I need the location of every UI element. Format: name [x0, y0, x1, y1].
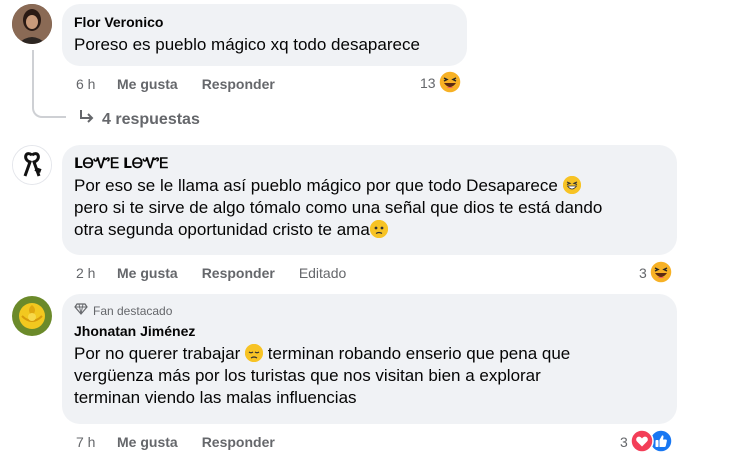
like-button[interactable]: Me gusta [117, 265, 178, 281]
comment-text: Poreso es pueblo mágico xq todo desapare… [74, 35, 420, 54]
comment-text: terminan viendo las malas influencias [74, 388, 357, 407]
avatar[interactable] [12, 296, 52, 336]
reaction-summary[interactable]: 3 [620, 428, 673, 456]
view-replies-link[interactable]: 4 respuestas [78, 108, 200, 131]
comment-text: Por eso se le llama así pueblo mágico po… [74, 176, 558, 195]
like-button[interactable]: Me gusta [117, 76, 178, 92]
comment-text-line: Por no querer trabajar terminan robando … [74, 343, 665, 365]
reaction-count: 3 [620, 434, 628, 450]
comment-text-line: Por eso se le llama así pueblo mágico po… [74, 175, 665, 197]
comment-actions: 7 h Me gusta Responder [76, 432, 299, 452]
comment-bubble: Flor Veronico Poreso es pueblo mágico xq… [62, 4, 467, 66]
reply-button[interactable]: Responder [202, 76, 275, 92]
fan-badge[interactable]: Fan destacado [74, 303, 665, 319]
comment-author[interactable]: Flor Veronico [74, 13, 455, 31]
comment-text: pero si te sirve de algo tómalo como una… [74, 198, 603, 217]
thread-line-curve [32, 104, 66, 118]
edited-label: Editado [298, 265, 347, 281]
fan-badge-label: Fan destacado [93, 304, 173, 318]
disappointed-emoji-icon [245, 344, 264, 362]
comment-text-line: otra segunda oportunidad cristo te ama [74, 219, 665, 241]
thread-line [32, 50, 34, 105]
laughing-emoji-icon [649, 259, 673, 287]
reaction-count: 13 [420, 75, 436, 91]
comment-actions: 2 h Me gusta Responder Editado [76, 263, 346, 283]
reply-arrow-icon [78, 108, 94, 131]
avatar[interactable] [12, 145, 52, 185]
reaction-summary[interactable]: 3 [639, 259, 673, 287]
comment-author[interactable]: ᒪᎾᏉᎬ ᒪᎾᏉᎬ [74, 154, 665, 172]
reply-button[interactable]: Responder [202, 265, 275, 281]
comment-bubble: ᒪᎾᏉᎬ ᒪᎾᏉᎬ Por eso se le llama así pueblo… [62, 145, 677, 255]
comment-text: Por no querer trabajar [74, 344, 241, 363]
comment-author[interactable]: Jhonatan Jiménez [74, 322, 665, 340]
reply-button[interactable]: Responder [202, 434, 275, 450]
worried-emoji-icon [369, 220, 388, 238]
comment-bubble: Fan destacado Jhonatan Jiménez Por no qu… [62, 294, 677, 424]
comment-text: terminan robando enserio que pena que [267, 344, 571, 363]
avatar[interactable] [12, 4, 52, 44]
laughing-emoji-icon [437, 69, 462, 97]
comment-text: vergüenza más por los turistas que nos v… [74, 366, 541, 385]
comment-actions: 6 h Me gusta Responder [76, 74, 299, 94]
diamond-icon [74, 303, 88, 319]
reaction-count: 3 [639, 265, 647, 281]
love-heart-icon [630, 428, 654, 456]
comment-text: otra segunda oportunidad cristo te ama [74, 220, 370, 239]
comment-time[interactable]: 7 h [76, 434, 117, 450]
replies-count: 4 respuestas [102, 110, 200, 128]
reaction-summary[interactable]: 13 [420, 69, 462, 97]
like-button[interactable]: Me gusta [117, 434, 178, 450]
laughing-emoji-icon [562, 176, 581, 194]
comment-time[interactable]: 6 h [76, 76, 117, 92]
comment-time[interactable]: 2 h [76, 265, 117, 281]
